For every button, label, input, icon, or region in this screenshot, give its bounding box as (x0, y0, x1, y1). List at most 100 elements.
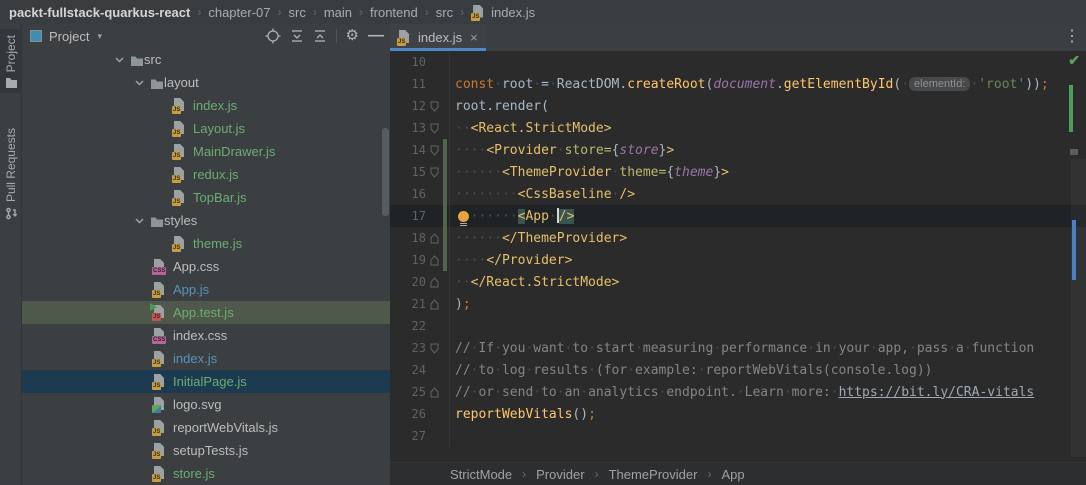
code-text[interactable]: ); (450, 297, 471, 312)
fold-marker-icon[interactable] (426, 232, 442, 244)
tool-button-project[interactable]: Project (0, 29, 22, 94)
settings-gear-icon[interactable]: ⚙ (346, 28, 359, 43)
fold-marker-icon[interactable] (426, 298, 442, 310)
code-line-19[interactable]: 19 ····</Provider> (390, 249, 1086, 271)
gutter: 19 (390, 249, 450, 271)
tree-item-App.js[interactable]: JS App.js (22, 278, 390, 301)
code-line-13[interactable]: 13 ··<React.StrictMode> (390, 117, 1086, 139)
fold-marker-icon[interactable] (426, 167, 442, 178)
svg-file-icon (152, 397, 167, 413)
code-line-16[interactable]: 16 ········<CssBaseline·/> (390, 183, 1086, 205)
code-line-21[interactable]: 21); (390, 293, 1086, 315)
tree-item-MainDrawer.js[interactable]: JS MainDrawer.js (22, 140, 390, 163)
tree-item-index.js[interactable]: JS index.js (22, 94, 390, 117)
code-text[interactable]: //·If·you·want·to·start·measuring·perfor… (450, 341, 1034, 356)
code-text[interactable]: reportWebVitals(); (450, 407, 596, 422)
tree-item-setupTests.js[interactable]: JS setupTests.js (22, 439, 390, 462)
fold-marker-icon[interactable] (426, 254, 442, 266)
tree-item-TopBar.js[interactable]: JS TopBar.js (22, 186, 390, 209)
fold-marker-icon[interactable] (426, 343, 442, 354)
code-line-22[interactable]: 22 (390, 315, 1086, 337)
code-text[interactable]: //·to·log·results·(for·example:·reportWe… (450, 363, 932, 378)
code-text[interactable]: ··</React.StrictMode> (450, 275, 619, 290)
code-text[interactable]: ··<React.StrictMode> (450, 121, 612, 136)
code-line-23[interactable]: 23 //·If·you·want·to·start·measuring·perf… (390, 337, 1086, 359)
tree-item-App.css[interactable]: CSS App.css (22, 255, 390, 278)
js-file-icon: JS (471, 4, 486, 21)
line-number: 22 (411, 319, 426, 333)
code-line-14[interactable]: 14 ····<Provider·store={store}> (390, 139, 1086, 161)
code-line-15[interactable]: 15 ······<ThemeProvider·theme={theme}> (390, 161, 1086, 183)
breadcrumb-item-Provider[interactable]: Provider (536, 467, 584, 482)
fold-marker-icon[interactable] (426, 145, 442, 156)
code-text[interactable]: ····</Provider> (450, 253, 572, 268)
fold-marker-icon[interactable] (426, 276, 442, 288)
editor-scrollbar-track[interactable] (1071, 159, 1086, 457)
code-text[interactable]: const·root·=·ReactDOM.createRoot(documen… (450, 76, 1049, 92)
project-panel-title[interactable]: Project (49, 29, 89, 44)
code-line-12[interactable]: 12 root.render( (390, 95, 1086, 117)
chevron-down-icon[interactable]: ▾ (97, 31, 102, 42)
code-text[interactable]: ····<Provider·store={store}> (450, 143, 674, 158)
tree-item-redux.js[interactable]: JS redux.js (22, 163, 390, 186)
title-segment-chapter-07[interactable]: chapter-07 (208, 5, 270, 20)
code-text[interactable]: //·or·send·to·an·analytics·endpoint.·Lea… (450, 385, 1034, 400)
code-line-26[interactable]: 26 reportWebVitals(); (390, 403, 1086, 425)
vcs-change-strip (443, 403, 447, 425)
code-text[interactable]: ······</ThemeProvider> (450, 231, 627, 246)
fold-marker-icon[interactable] (426, 123, 442, 134)
breadcrumb-item-ThemeProvider[interactable]: ThemeProvider (609, 467, 698, 482)
code-text[interactable]: ········<App·/> (450, 208, 575, 227)
title-segment-main[interactable]: main (324, 5, 352, 20)
chevron-expanded-icon[interactable] (132, 80, 146, 86)
fold-marker-icon[interactable] (426, 101, 442, 112)
tree-item-Layout.js[interactable]: JS Layout.js (22, 117, 390, 140)
code-line-20[interactable]: 20 ··</React.StrictMode> (390, 271, 1086, 293)
chevron-expanded-icon[interactable] (132, 218, 146, 224)
tree-item-reportWebVitals.js[interactable]: JS reportWebVitals.js (22, 416, 390, 439)
code-editor[interactable]: 10 11 const·root·=·ReactDOM.createRoot(doc… (390, 51, 1086, 462)
code-line-18[interactable]: 18 ······</ThemeProvider> (390, 227, 1086, 249)
intention-bulb-icon[interactable] (458, 211, 470, 227)
more-options-icon[interactable]: ⋮ (1064, 28, 1080, 46)
breadcrumb-item-StrictMode[interactable]: StrictMode (450, 467, 512, 482)
code-line-24[interactable]: 24 //·to·log·results·(for·example:·report… (390, 359, 1086, 381)
gutter: 14 (390, 139, 450, 161)
tab-index-js[interactable]: JS index.js × (390, 24, 486, 51)
tree-item-styles[interactable]: styles (22, 209, 390, 232)
locate-file-icon[interactable] (265, 28, 281, 44)
title-segment-frontend[interactable]: frontend (370, 5, 418, 20)
chevron-expanded-icon[interactable] (112, 57, 126, 63)
code-line-10[interactable]: 10 (390, 51, 1086, 73)
tree-item-index.js[interactable]: JS index.js (22, 347, 390, 370)
title-segment-packt-fullstack-quarkus-react[interactable]: packt-fullstack-quarkus-react (9, 5, 190, 20)
gutter: 27 (390, 425, 450, 447)
title-segment-index.js[interactable]: index.js (491, 5, 535, 20)
tree-item-theme.js[interactable]: JS theme.js (22, 232, 390, 255)
code-text[interactable]: root.render( (450, 99, 549, 114)
code-line-27[interactable]: 27 (390, 425, 1086, 447)
title-segment-src[interactable]: src (436, 5, 453, 20)
tree-item-src[interactable]: src (22, 48, 390, 71)
tree-item-logo.svg[interactable]: logo.svg (22, 393, 390, 416)
tree-item-index.css[interactable]: CSS index.css (22, 324, 390, 347)
project-panel-header: Project ▾ ⚙ — (22, 24, 390, 48)
hide-panel-icon[interactable]: — (368, 27, 384, 45)
code-line-25[interactable]: 25 //·or·send·to·an·analytics·endpoint.·L… (390, 381, 1086, 403)
expand-all-icon[interactable] (290, 29, 304, 43)
tree-item-store.js[interactable]: JS store.js (22, 462, 390, 485)
fold-marker-icon[interactable] (426, 386, 442, 398)
code-text[interactable]: ······<ThemeProvider·theme={theme}> (450, 165, 729, 180)
code-line-11[interactable]: 11 const·root·=·ReactDOM.createRoot(docum… (390, 73, 1086, 95)
tree-item-layout[interactable]: layout (22, 71, 390, 94)
breadcrumb-item-App[interactable]: App (721, 467, 744, 482)
collapse-all-icon[interactable] (313, 29, 327, 43)
code-text[interactable]: ········<CssBaseline·/> (450, 187, 635, 202)
close-icon[interactable]: × (470, 30, 478, 45)
code-line-17[interactable]: 17 ········<App·/> (390, 205, 1086, 227)
tree-item-InitialPage.js[interactable]: JS InitialPage.js (22, 370, 390, 393)
tree-scrollbar-thumb[interactable] (382, 128, 389, 216)
tree-item-App.test.js[interactable]: JS App.test.js (22, 301, 390, 324)
title-segment-src[interactable]: src (289, 5, 306, 20)
tool-button-pull-requests[interactable]: Pull Requests (0, 128, 22, 220)
